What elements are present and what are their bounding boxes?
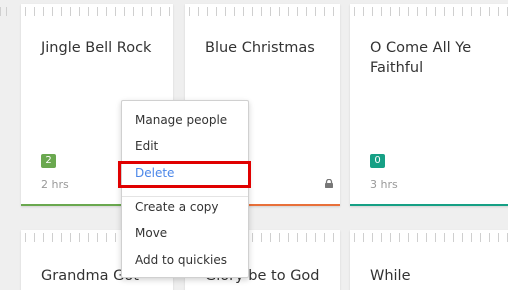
card-perforation bbox=[350, 4, 508, 16]
duration-label: 2 hrs bbox=[41, 178, 69, 191]
card-perforation bbox=[185, 4, 340, 16]
count-badge: 2 bbox=[41, 154, 56, 168]
card-title: Jingle Bell Rock bbox=[41, 40, 152, 56]
context-menu: Manage people Edit Delete Create a copy … bbox=[121, 100, 249, 278]
card-title: Blue Christmas bbox=[205, 40, 315, 56]
card-title: O Come All Ye Faithful bbox=[370, 40, 472, 76]
duration-label: 3 hrs bbox=[370, 178, 398, 191]
delete-highlight-box bbox=[118, 161, 251, 188]
menu-item-add-to-quickies[interactable]: Add to quickies bbox=[135, 253, 227, 267]
card-perforation bbox=[21, 4, 173, 16]
card-perforation bbox=[350, 230, 508, 242]
count-badge: 0 bbox=[370, 154, 385, 168]
menu-item-move[interactable]: Move bbox=[135, 226, 167, 240]
lock-icon bbox=[325, 179, 333, 188]
menu-item-create-copy[interactable]: Create a copy bbox=[135, 200, 219, 214]
status-bar bbox=[350, 204, 508, 206]
edge-perforation bbox=[0, 4, 8, 16]
menu-item-edit[interactable]: Edit bbox=[135, 139, 158, 153]
card-o-come-all-ye-faithful[interactable]: O Come All Ye Faithful 0 3 hrs bbox=[350, 4, 508, 206]
menu-divider bbox=[122, 196, 248, 197]
card-while[interactable]: While bbox=[350, 230, 508, 290]
menu-item-manage-people[interactable]: Manage people bbox=[135, 113, 227, 127]
card-title: While bbox=[370, 268, 411, 284]
